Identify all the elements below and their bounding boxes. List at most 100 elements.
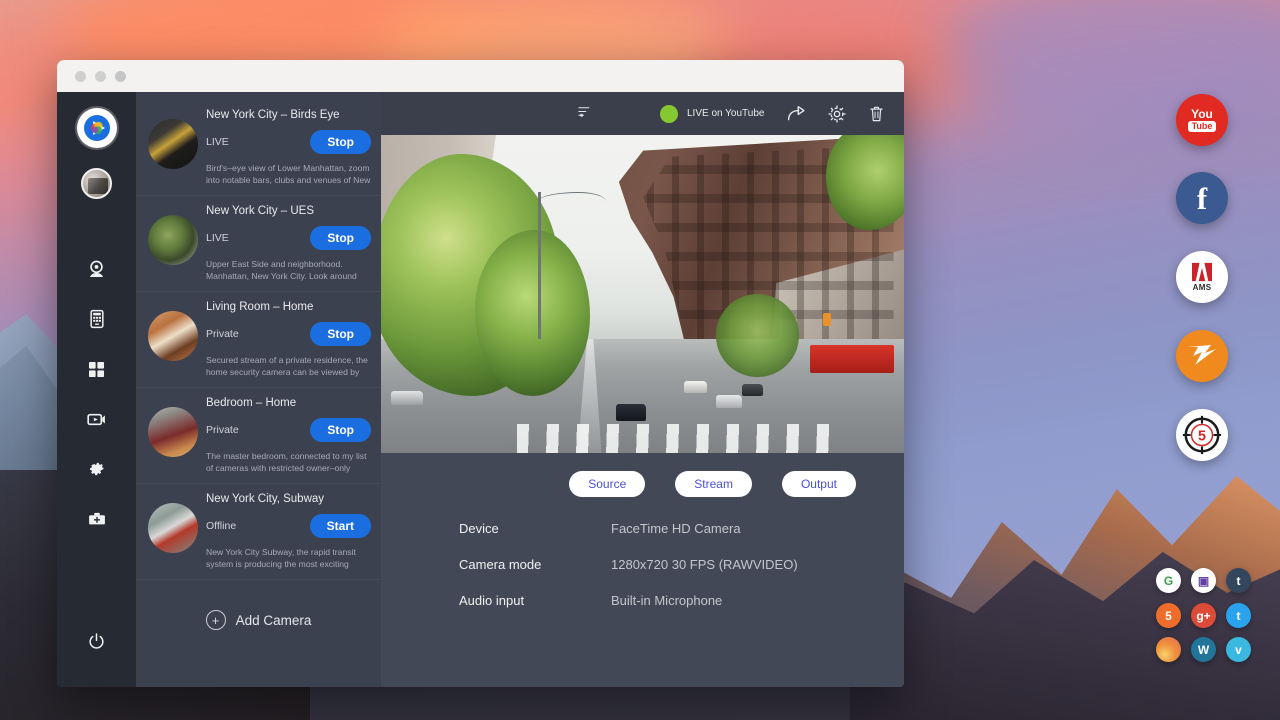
- camera-description: The master bedroom, connected to my list…: [206, 450, 371, 475]
- tumblr-mini-icon[interactable]: t: [1226, 568, 1251, 593]
- camera-list-item[interactable]: New York City – UES LIVE Stop Upper East…: [136, 196, 381, 292]
- avatar[interactable]: [81, 168, 112, 199]
- camera-list-item[interactable]: New York City, Subway Offline Start New …: [136, 484, 381, 580]
- camera-list-item[interactable]: Bedroom – Home Private Stop The master b…: [136, 388, 381, 484]
- flash-5-mini-icon[interactable]: 5: [1156, 603, 1181, 628]
- gear-icon[interactable]: [827, 104, 847, 124]
- wordpress-mini-icon[interactable]: W: [1191, 637, 1216, 662]
- trash-icon[interactable]: [867, 103, 886, 124]
- toolkit-icon: [87, 509, 107, 529]
- live-indicator-dot: [660, 105, 678, 123]
- youtube-platform-icon[interactable]: You Tube: [1176, 94, 1228, 146]
- camera-status-row: LIVE Stop: [206, 226, 371, 250]
- camera-info: Bedroom – Home Private Stop The master b…: [206, 395, 371, 475]
- spec-value: 1280x720 30 FPS (RAWVIDEO): [611, 557, 798, 572]
- spec-row: Device FaceTime HD Camera: [459, 521, 904, 536]
- camera-title: Living Room – Home: [206, 301, 371, 313]
- sidebar-item-device[interactable]: [77, 299, 117, 339]
- sidebar-item-video[interactable]: [77, 399, 117, 439]
- sky-glow: [940, 0, 1280, 140]
- vimeo-mini-icon[interactable]: v: [1226, 637, 1251, 662]
- sidebar-item-webcam[interactable]: [77, 249, 117, 289]
- camera-list-item[interactable]: Living Room – Home Private Stop Secured …: [136, 292, 381, 388]
- camera-thumbnail: [148, 119, 198, 169]
- tab-output[interactable]: Output: [782, 471, 856, 497]
- google-plus-mini-icon[interactable]: g+: [1191, 603, 1216, 628]
- sidebar-item-power[interactable]: [77, 621, 117, 661]
- tab-source[interactable]: Source: [569, 471, 645, 497]
- facebook-platform-icon[interactable]: f: [1176, 172, 1228, 224]
- sidebar-item-grid[interactable]: [77, 349, 117, 389]
- camera-status: Offline: [206, 520, 236, 532]
- camera-info: Living Room – Home Private Stop Secured …: [206, 299, 371, 379]
- camera-info: New York City – UES LIVE Stop Upper East…: [206, 203, 371, 283]
- share-icon[interactable]: [786, 103, 807, 124]
- camera-action-button[interactable]: Stop: [310, 322, 371, 346]
- camera-action-button[interactable]: Start: [310, 514, 371, 538]
- spec-label: Audio input: [459, 593, 611, 608]
- twitter-mini-icon[interactable]: t: [1226, 603, 1251, 628]
- adobe-ams-platform-icon[interactable]: AMS: [1176, 251, 1228, 303]
- zoom-button[interactable]: [115, 71, 126, 82]
- camera-title: Bedroom – Home: [206, 397, 371, 409]
- groups-mini-icon[interactable]: G: [1156, 568, 1181, 593]
- svg-text:5: 5: [1198, 429, 1206, 445]
- camera-status-row: Private Stop: [206, 418, 371, 442]
- camera-status-row: Private Stop: [206, 322, 371, 346]
- camera-list-item[interactable]: New York City – Birds Eye LIVE Stop Bird…: [136, 100, 381, 196]
- sidebar-rail: [57, 92, 136, 687]
- instagram-mini-icon[interactable]: [1156, 637, 1181, 662]
- camera-description: Upper East Side and neighborhood. Manhat…: [206, 258, 371, 283]
- power-icon: [87, 632, 106, 651]
- camera-info: New York City, Subway Offline Start New …: [206, 491, 371, 571]
- camera-action-button[interactable]: Stop: [310, 226, 371, 250]
- camera-action-button[interactable]: Stop: [310, 130, 371, 154]
- video-car: [391, 391, 422, 405]
- camera-action-button[interactable]: Stop: [310, 418, 371, 442]
- camera-status: Private: [206, 328, 239, 340]
- toolbar-actions: [786, 103, 886, 124]
- youtube-bottom-label: Tube: [1188, 121, 1217, 133]
- spec-value: Built-in Microphone: [611, 593, 722, 608]
- camera-status: Private: [206, 424, 239, 436]
- minimize-button[interactable]: [95, 71, 106, 82]
- app-logo-icon[interactable]: [77, 108, 117, 148]
- live-status-label: LIVE on YouTube: [687, 108, 764, 119]
- camera-title: New York City – Birds Eye: [206, 109, 371, 121]
- camera-title: New York City, Subway: [206, 493, 371, 505]
- video-preview[interactable]: [381, 135, 904, 453]
- camera-thumbnail: [148, 311, 198, 361]
- grid-icon: [87, 360, 106, 379]
- video-car: [742, 384, 763, 395]
- window-body: New York City – Birds Eye LIVE Stop Bird…: [57, 92, 904, 687]
- source-specs: Device FaceTime HD Camera Camera mode 12…: [381, 497, 904, 629]
- device-icon: [87, 309, 107, 329]
- video-crosswalk: [517, 424, 841, 453]
- main-panel: LIVE on YouTube: [381, 92, 904, 687]
- camera-description: Bird's–eye view of Lower Manhattan, zoom…: [206, 162, 371, 187]
- sliders-icon[interactable]: [577, 104, 592, 124]
- tab-stream[interactable]: Stream: [675, 471, 752, 497]
- spec-label: Device: [459, 521, 611, 536]
- video-streetlight-pole: [538, 192, 541, 338]
- video-car: [684, 381, 707, 393]
- add-camera-button[interactable]: + Add Camera: [136, 580, 381, 630]
- camera-status-row: LIVE Stop: [206, 130, 371, 154]
- spec-label: Camera mode: [459, 557, 611, 572]
- plus-icon: +: [206, 610, 226, 630]
- desktop: New York City – Birds Eye LIVE Stop Bird…: [0, 0, 1280, 720]
- toolbar: LIVE on YouTube: [381, 92, 904, 135]
- twitch-mini-icon[interactable]: ▣: [1191, 568, 1216, 593]
- wowza-platform-icon[interactable]: [1176, 330, 1228, 382]
- target-5-icon: 5: [1181, 414, 1223, 456]
- app-window: New York City – Birds Eye LIVE Stop Bird…: [57, 60, 904, 687]
- ams-label: AMS: [1193, 283, 1212, 292]
- youtube-top-label: You: [1191, 108, 1213, 120]
- close-button[interactable]: [75, 71, 86, 82]
- flash-5-platform-icon[interactable]: 5: [1176, 409, 1228, 461]
- video-car: [616, 404, 645, 421]
- sidebar-item-settings[interactable]: [77, 449, 117, 489]
- video-red-awning: [810, 345, 894, 374]
- sidebar-item-toolkit[interactable]: [77, 499, 117, 539]
- video-tree: [475, 230, 590, 395]
